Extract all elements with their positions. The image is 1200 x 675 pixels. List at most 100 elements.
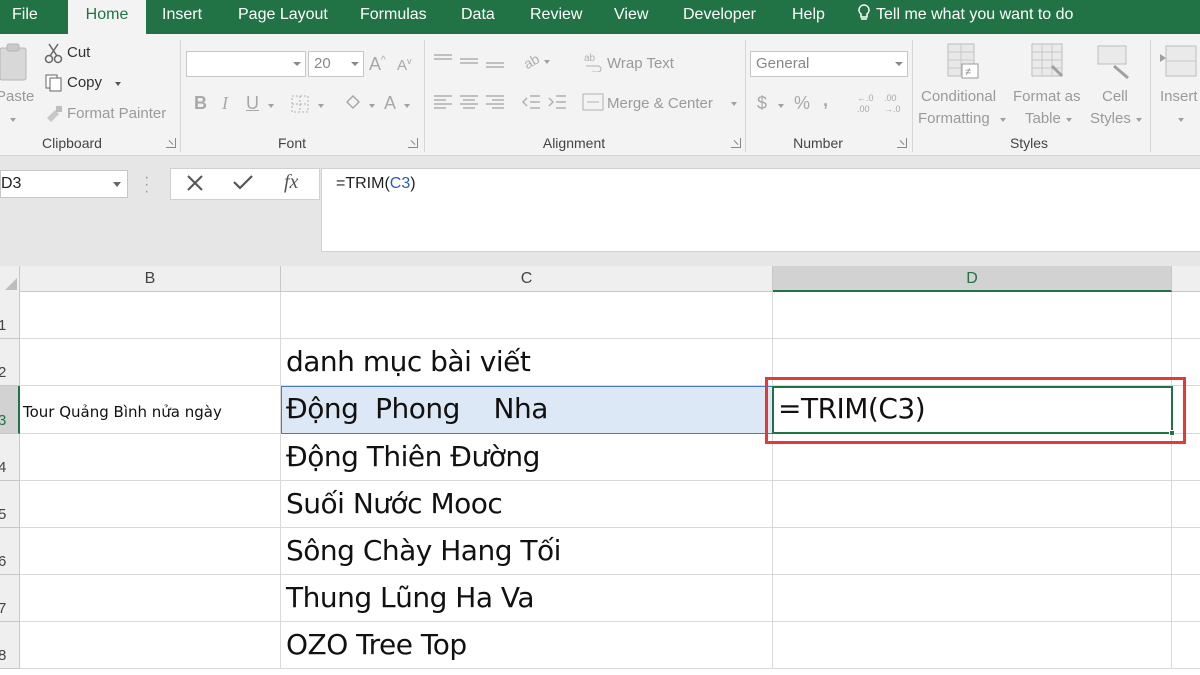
column-header-b[interactable]: B xyxy=(20,266,281,292)
decrease-indent-icon[interactable] xyxy=(520,92,542,117)
orientation-icon[interactable]: ab xyxy=(521,50,552,77)
fill-color-dropdown-icon[interactable] xyxy=(369,104,375,108)
row-header-3[interactable]: 3 xyxy=(0,386,20,434)
wrap-text-button[interactable]: Wrap Text xyxy=(607,55,674,72)
conditional-dropdown-icon[interactable] xyxy=(1000,118,1006,122)
cell-d8[interactable] xyxy=(773,622,1172,669)
paste-button[interactable]: Paste xyxy=(0,88,34,105)
formula-bar-grip-icon[interactable]: · · · xyxy=(144,170,149,200)
cell-c6[interactable]: Sông Chày Hang Tối xyxy=(281,528,773,575)
copy-dropdown-icon[interactable] xyxy=(115,82,121,86)
cut-button[interactable]: Cut xyxy=(67,44,90,61)
cell-c7[interactable]: Thung Lũng Ha Va xyxy=(281,575,773,622)
cell-c1[interactable] xyxy=(281,292,773,339)
cell-d6[interactable] xyxy=(773,528,1172,575)
number-format-combo[interactable]: General xyxy=(750,51,908,77)
cell-b8[interactable] xyxy=(20,622,281,669)
shrink-font-icon[interactable]: Av xyxy=(397,56,412,74)
select-all-button[interactable] xyxy=(0,266,20,292)
currency-button[interactable]: $ xyxy=(757,93,767,114)
merge-center-button[interactable]: Merge & Center xyxy=(607,95,713,112)
comma-button[interactable]: , xyxy=(823,90,828,111)
cell-c5[interactable]: Suối Nước Mooc xyxy=(281,481,773,528)
align-middle-icon[interactable] xyxy=(458,52,480,75)
cell-b6[interactable] xyxy=(20,528,281,575)
decrease-decimal-icon[interactable]: .00 →.0 xyxy=(882,92,906,119)
tab-review[interactable]: Review xyxy=(530,0,582,34)
tell-me-search[interactable]: Tell me what you want to do xyxy=(856,0,1073,34)
fill-color-icon[interactable] xyxy=(343,92,363,117)
row-header-4[interactable]: 4 xyxy=(0,434,20,481)
cell-e6[interactable] xyxy=(1172,528,1200,575)
cell-c3[interactable]: Động Phong Nha xyxy=(281,386,773,434)
insert-function-button[interactable]: fx xyxy=(284,171,298,194)
insert-dropdown-icon[interactable] xyxy=(1178,118,1184,122)
cell-d5[interactable] xyxy=(773,481,1172,528)
tab-help[interactable]: Help xyxy=(792,0,825,34)
tab-formulas[interactable]: Formulas xyxy=(360,0,427,34)
font-launcher-icon[interactable] xyxy=(408,138,418,148)
tab-insert[interactable]: Insert xyxy=(162,0,202,34)
cell-b3[interactable]: Tour Quảng Bình nửa ngày xyxy=(20,386,281,434)
cell-c4[interactable]: Động Thiên Đường xyxy=(281,434,773,481)
row-header-7[interactable]: 7 xyxy=(0,575,20,622)
grow-font-icon[interactable]: A^ xyxy=(369,54,386,75)
format-painter-button[interactable]: Format Painter xyxy=(67,105,166,122)
row-header-8[interactable]: 8 xyxy=(0,622,20,669)
copy-button[interactable]: Copy xyxy=(67,74,102,91)
cell-b2[interactable] xyxy=(20,339,281,386)
row-header-5[interactable]: 5 xyxy=(0,481,20,528)
italic-button[interactable]: I xyxy=(222,93,228,114)
number-launcher-icon[interactable] xyxy=(897,138,907,148)
align-top-icon[interactable] xyxy=(432,52,454,75)
font-color-dropdown-icon[interactable] xyxy=(404,104,410,108)
cell-b4[interactable] xyxy=(20,434,281,481)
tab-data[interactable]: Data xyxy=(461,0,495,34)
enter-check-icon[interactable] xyxy=(231,171,255,199)
tab-view[interactable]: View xyxy=(614,0,648,34)
conditional-formatting-button[interactable]: Conditional xyxy=(921,88,996,105)
align-bottom-icon[interactable] xyxy=(484,52,506,75)
cell-b7[interactable] xyxy=(20,575,281,622)
underline-button[interactable]: U xyxy=(246,93,259,114)
underline-dropdown-icon[interactable] xyxy=(268,104,274,108)
name-box[interactable]: D3 xyxy=(0,170,128,198)
bold-button[interactable]: B xyxy=(194,93,207,114)
align-right-icon[interactable] xyxy=(484,92,506,117)
merge-dropdown-icon[interactable] xyxy=(731,102,737,106)
font-size-combo[interactable]: 20 xyxy=(308,51,364,77)
cell-c2[interactable]: danh mục bài viết xyxy=(281,339,773,386)
row-header-2[interactable]: 2 xyxy=(0,339,20,386)
cell-e8[interactable] xyxy=(1172,622,1200,669)
currency-dropdown-icon[interactable] xyxy=(778,104,784,108)
alignment-launcher-icon[interactable] xyxy=(731,138,741,148)
row-header-1[interactable]: 1 xyxy=(0,292,20,339)
align-center-icon[interactable] xyxy=(458,92,480,117)
borders-icon[interactable] xyxy=(290,94,310,119)
paste-dropdown-icon[interactable] xyxy=(10,118,16,122)
increase-decimal-icon[interactable]: ←.0.00 xyxy=(855,92,879,119)
format-as-table-dropdown-icon[interactable] xyxy=(1066,118,1072,122)
font-name-combo[interactable] xyxy=(186,51,306,77)
percent-button[interactable]: % xyxy=(794,93,810,114)
column-header-d[interactable]: D xyxy=(773,266,1172,292)
cell-b1[interactable] xyxy=(20,292,281,339)
borders-dropdown-icon[interactable] xyxy=(318,104,324,108)
column-header-e[interactable] xyxy=(1172,266,1200,292)
align-left-icon[interactable] xyxy=(432,92,454,117)
format-as-table-button[interactable]: Format as xyxy=(1013,88,1081,105)
tab-file[interactable]: File xyxy=(0,0,54,34)
row-header-6[interactable]: 6 xyxy=(0,528,20,575)
cell-e7[interactable] xyxy=(1172,575,1200,622)
tab-page-layout[interactable]: Page Layout xyxy=(238,0,328,34)
cell-d7[interactable] xyxy=(773,575,1172,622)
clipboard-launcher-icon[interactable] xyxy=(166,138,176,148)
increase-indent-icon[interactable] xyxy=(546,92,568,117)
font-color-icon[interactable]: A xyxy=(384,93,396,114)
cell-d1[interactable] xyxy=(773,292,1172,339)
cell-b5[interactable] xyxy=(20,481,281,528)
cell-styles-button[interactable]: Cell xyxy=(1102,88,1128,105)
cell-e1[interactable] xyxy=(1172,292,1200,339)
cell-e5[interactable] xyxy=(1172,481,1200,528)
cell-c8[interactable]: OZO Tree Top xyxy=(281,622,773,669)
